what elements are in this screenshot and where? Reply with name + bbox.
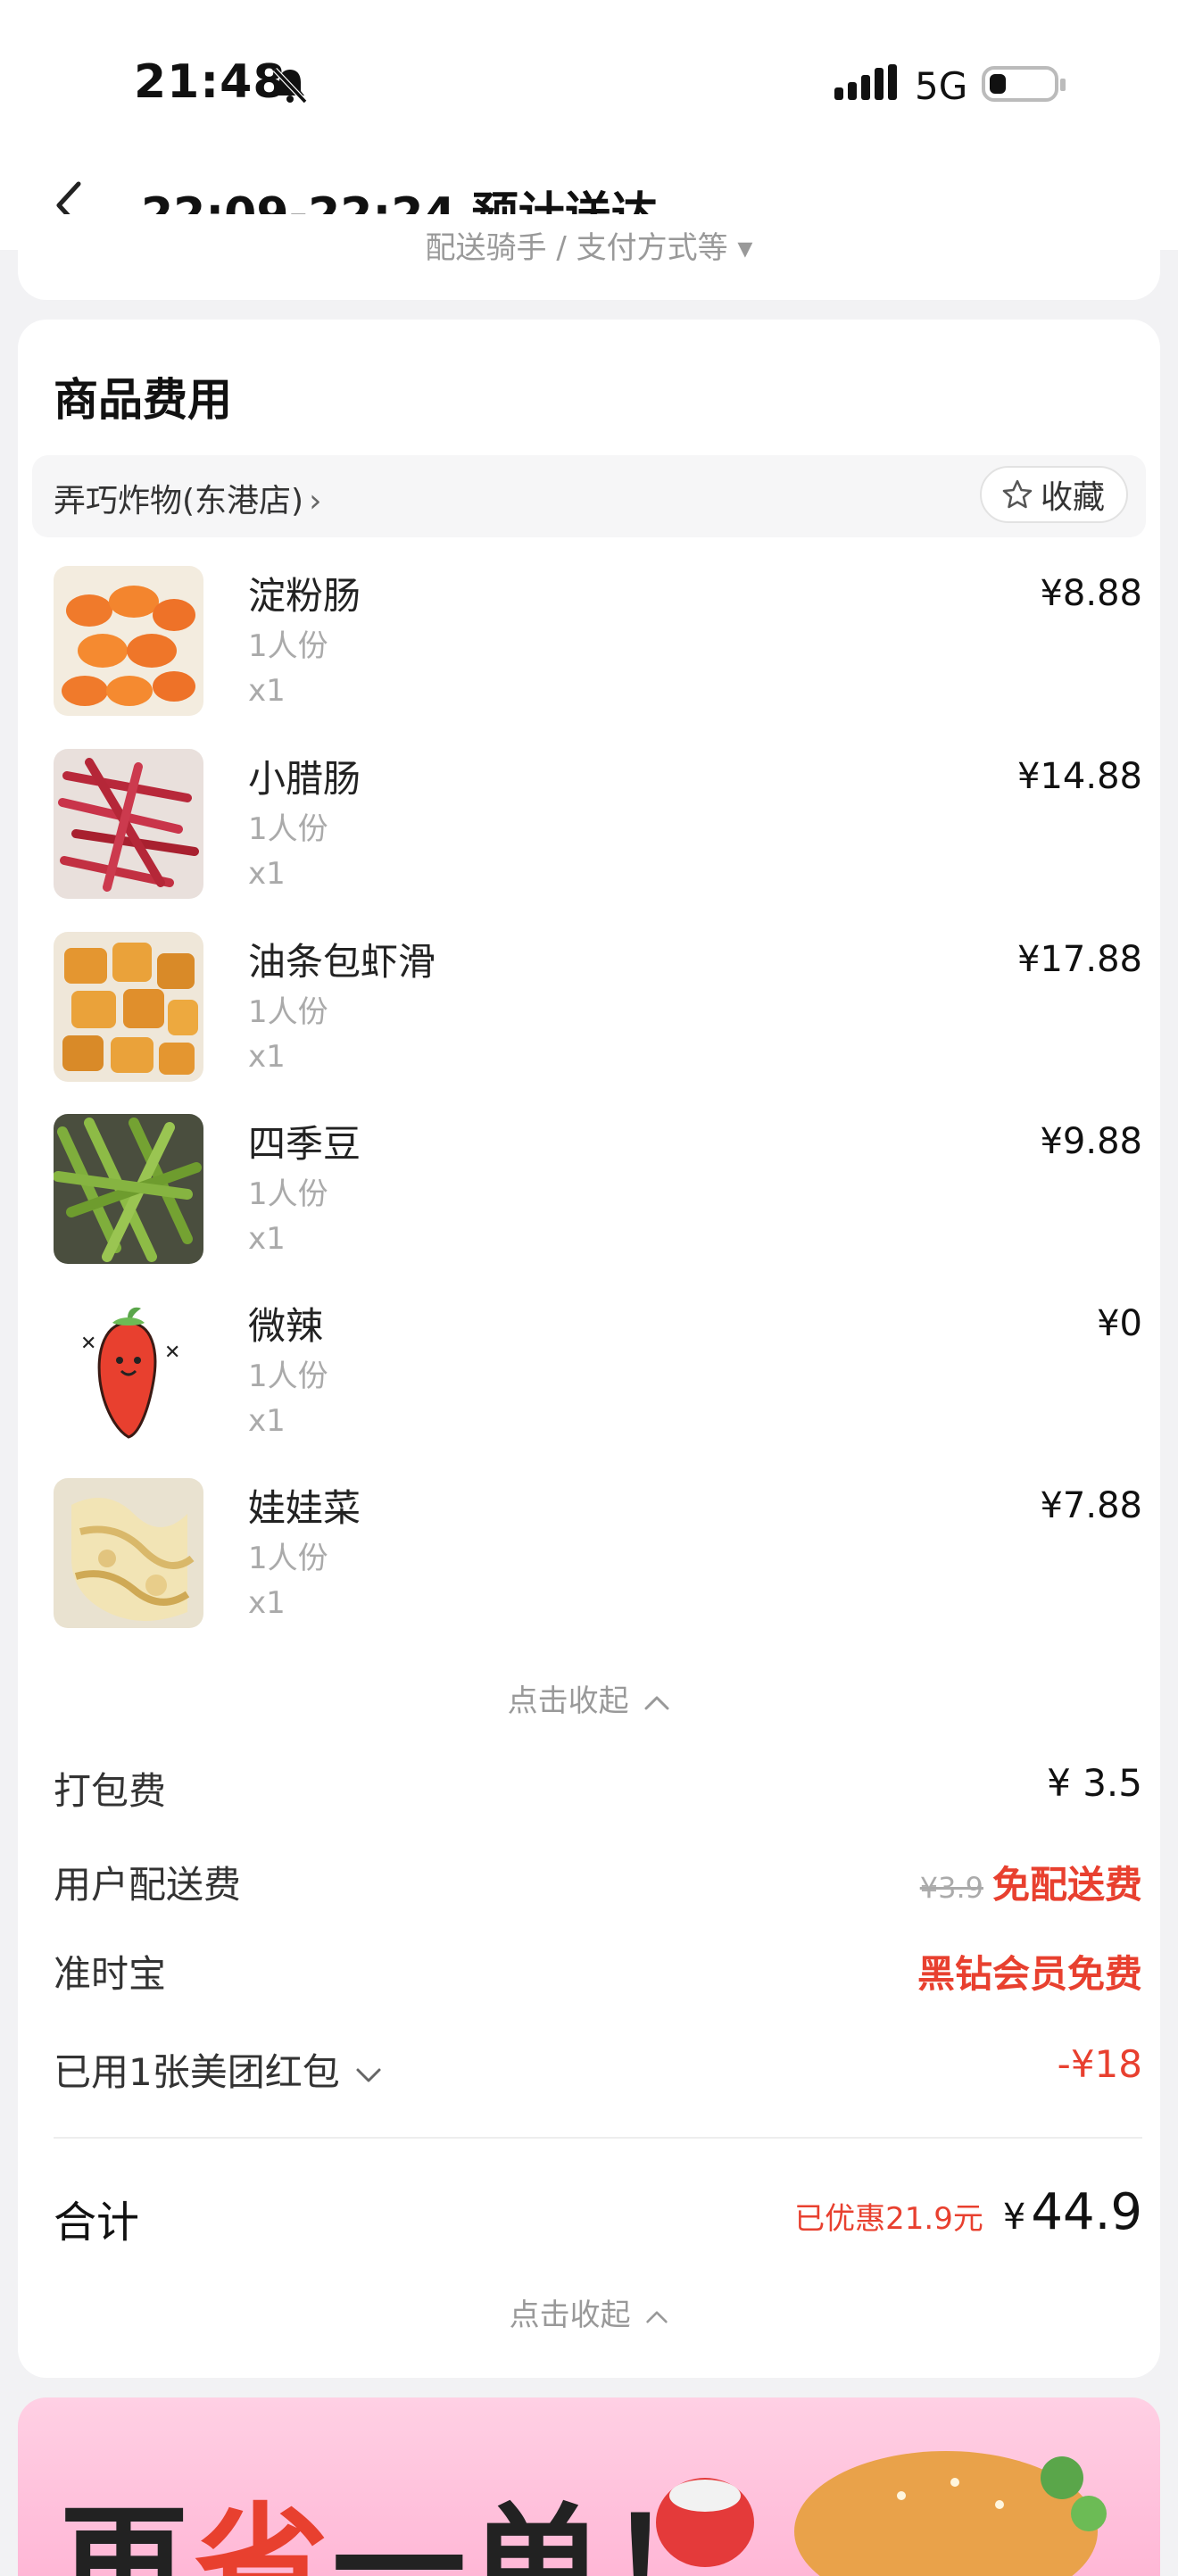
coupon-value: -¥18 bbox=[1057, 2042, 1142, 2086]
item-qty: x1 bbox=[248, 1039, 286, 1075]
chevron-down-icon bbox=[356, 2068, 381, 2082]
packing-fee-row: 打包费 ¥ 3.5 bbox=[54, 1761, 1142, 1815]
store-name: 弄巧炸物(东港店) bbox=[54, 483, 304, 519]
list-item[interactable]: ✕ ✕ 微辣 1人份 x1 ¥0 bbox=[54, 1296, 1142, 1457]
item-name: 娃娃菜 bbox=[248, 1486, 361, 1530]
total-row: 合计 已优惠21.9元 ¥44.9 bbox=[54, 2183, 1142, 2249]
mute-bell-icon bbox=[272, 67, 308, 104]
item-qty: x1 bbox=[248, 856, 286, 892]
coupon-row[interactable]: 已用1张美团红包 -¥18 bbox=[54, 2042, 1142, 2096]
total-label: 合计 bbox=[54, 2198, 140, 2248]
item-image bbox=[54, 1478, 203, 1628]
item-spec: 1人份 bbox=[248, 628, 328, 664]
battery-icon bbox=[982, 66, 1066, 102]
item-image bbox=[54, 932, 203, 1082]
collapse-items-label: 点击收起 bbox=[507, 1683, 629, 1719]
list-item[interactable]: 油条包虾滑 1人份 x1 ¥17.88 bbox=[54, 932, 1142, 1093]
burger-icon bbox=[794, 2451, 1107, 2576]
coupon-label-wrap: 已用1张美团红包 bbox=[54, 2042, 382, 2097]
delivery-fee-label: 用户配送费 bbox=[54, 1863, 242, 1907]
signal-icon bbox=[834, 64, 897, 100]
delivery-fee-free: 免配送费 bbox=[991, 1863, 1142, 1907]
status-bar: 21:48 5G bbox=[0, 0, 1178, 161]
promo-text: 再省一单！ bbox=[57, 2460, 744, 2576]
item-price: ¥9.88 bbox=[1040, 1121, 1142, 1162]
promo-text-b: 省 bbox=[195, 2491, 333, 2576]
item-name: 四季豆 bbox=[248, 1122, 361, 1166]
item-image bbox=[54, 566, 203, 716]
delivery-fee-value: ¥3.9 免配送费 bbox=[920, 1855, 1142, 1909]
store-bar: 弄巧炸物(东港店) › 收藏 bbox=[32, 455, 1146, 537]
list-item[interactable]: 娃娃菜 1人份 x1 ¥7.88 bbox=[54, 1478, 1142, 1639]
goods-fee-card: 商品费用 弄巧炸物(东港店) › 收藏 淀粉肠 1人份 x1 ¥8.88 小腊肠… bbox=[18, 320, 1160, 2378]
item-qty: x1 bbox=[248, 1403, 286, 1439]
list-item[interactable]: 四季豆 1人份 x1 ¥9.88 bbox=[54, 1114, 1142, 1275]
favorite-button[interactable]: 收藏 bbox=[979, 466, 1128, 523]
list-item[interactable]: 小腊肠 1人份 x1 ¥14.88 bbox=[54, 749, 1142, 910]
status-time: 21:48 bbox=[134, 55, 286, 109]
delivery-info-expand[interactable]: 配送骑手 / 支付方式等 ▾ bbox=[18, 223, 1160, 267]
svg-text:✕: ✕ bbox=[80, 1333, 96, 1355]
collapse-fees-button[interactable]: 点击收起 bbox=[18, 2290, 1160, 2334]
item-spec: 1人份 bbox=[248, 1541, 328, 1576]
item-price: ¥0 bbox=[1097, 1303, 1142, 1344]
favorite-label: 收藏 bbox=[1040, 479, 1105, 516]
item-name: 油条包虾滑 bbox=[248, 940, 436, 984]
item-image bbox=[54, 1114, 203, 1264]
promo-text-a: 再 bbox=[57, 2491, 195, 2576]
chevron-right-icon: › bbox=[309, 483, 322, 519]
soda-can-icon bbox=[656, 2478, 754, 2567]
item-spec: 1人份 bbox=[248, 1176, 328, 1212]
collapse-fees-label: 点击收起 bbox=[509, 2298, 631, 2333]
ontime-value: 黑钻会员免费 bbox=[917, 1952, 1142, 1996]
item-image bbox=[54, 749, 203, 899]
collapse-items-button[interactable]: 点击收起 bbox=[18, 1676, 1160, 1720]
ontime-row: 准时宝 黑钻会员免费 bbox=[54, 1944, 1142, 1998]
divider bbox=[54, 2137, 1142, 2139]
total-amount: 44.9 bbox=[1031, 2183, 1142, 2241]
item-price: ¥14.88 bbox=[1017, 756, 1142, 797]
total-value: 已优惠21.9元 ¥44.9 bbox=[794, 2183, 1142, 2241]
item-price: ¥8.88 bbox=[1040, 573, 1142, 614]
packing-fee-value: ¥ 3.5 bbox=[1047, 1761, 1142, 1805]
delivery-fee-original: ¥3.9 bbox=[919, 1871, 983, 1905]
item-spec: 1人份 bbox=[248, 811, 328, 847]
network-type: 5G bbox=[915, 64, 968, 108]
item-name: 淀粉肠 bbox=[248, 574, 361, 618]
chevron-up-icon bbox=[646, 2311, 668, 2323]
item-name: 小腊肠 bbox=[248, 757, 361, 801]
delivery-info-card: 配送骑手 / 支付方式等 ▾ bbox=[18, 214, 1160, 300]
packing-fee-label: 打包费 bbox=[54, 1769, 167, 1813]
coupon-label: 已用1张美团红包 bbox=[54, 2050, 340, 2094]
total-currency: ¥ bbox=[1002, 2197, 1026, 2238]
ontime-label: 准时宝 bbox=[54, 1952, 167, 1996]
total-saved: 已优惠21.9元 bbox=[794, 2201, 983, 2237]
list-item[interactable]: 淀粉肠 1人份 x1 ¥8.88 bbox=[54, 566, 1142, 727]
item-price: ¥7.88 bbox=[1040, 1485, 1142, 1526]
item-qty: x1 bbox=[248, 1221, 286, 1257]
section-title: 商品费用 bbox=[54, 374, 232, 426]
chevron-up-icon bbox=[644, 1696, 669, 1709]
delivery-fee-row: 用户配送费 ¥3.9 免配送费 bbox=[54, 1855, 1142, 1908]
item-spec: 1人份 bbox=[248, 1359, 328, 1394]
item-name: 微辣 bbox=[248, 1304, 324, 1348]
item-price: ¥17.88 bbox=[1017, 939, 1142, 980]
store-link[interactable]: 弄巧炸物(东港店) › bbox=[54, 475, 322, 521]
item-spec: 1人份 bbox=[248, 994, 328, 1030]
item-qty: x1 bbox=[248, 1585, 286, 1621]
item-qty: x1 bbox=[248, 673, 286, 709]
svg-text:✕: ✕ bbox=[164, 1342, 180, 1364]
promo-banner[interactable]: 再省一单！ bbox=[18, 2397, 1160, 2576]
star-icon bbox=[1002, 479, 1033, 509]
item-image: ✕ ✕ bbox=[54, 1296, 203, 1446]
